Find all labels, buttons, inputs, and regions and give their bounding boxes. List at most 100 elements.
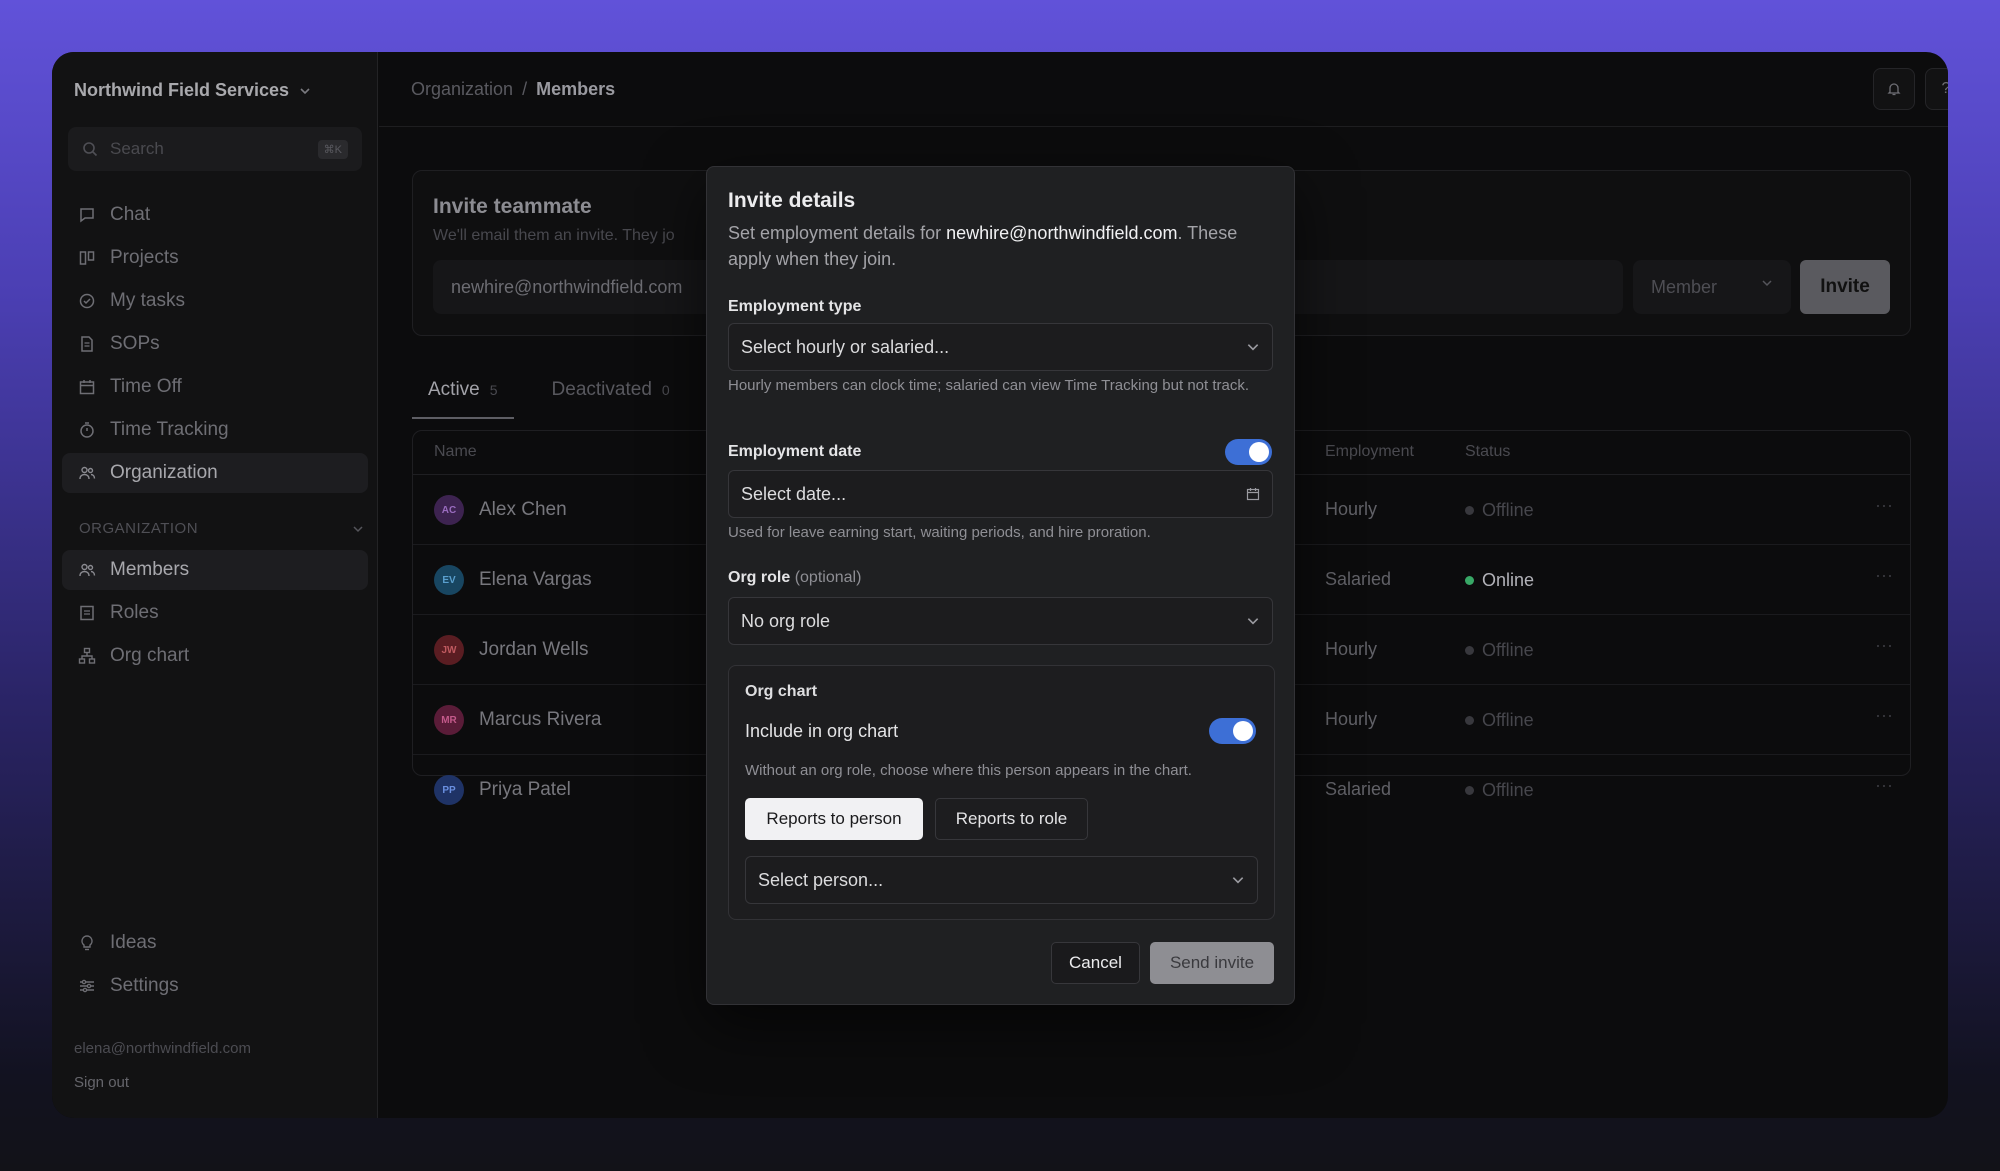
nav-item-sops[interactable]: SOPs xyxy=(62,324,368,364)
more-icon[interactable]: ··· xyxy=(1875,495,1893,516)
nav-item-members[interactable]: Members xyxy=(62,550,368,590)
invite-button[interactable]: Invite xyxy=(1800,260,1890,314)
reports-to-person-option[interactable]: Reports to person xyxy=(745,798,923,840)
search-input[interactable]: Search ⌘K xyxy=(68,127,362,171)
search-icon xyxy=(83,142,98,157)
employment-type-label: Employment type xyxy=(728,298,862,315)
employment-date-help: Used for leave earning start, waiting pe… xyxy=(728,524,1151,541)
status-text: Offline xyxy=(1482,780,1534,800)
org-chart-help: Without an org role, choose where this p… xyxy=(745,762,1192,779)
desc-email: newhire@northwindfield.com xyxy=(946,223,1178,243)
tab-active[interactable]: Active 5 xyxy=(412,379,514,419)
employment-date-label: Employment date xyxy=(728,443,862,460)
more-icon[interactable]: ··· xyxy=(1875,705,1893,726)
sidebar: Northwind Field Services Search ⌘K Chat … xyxy=(52,52,378,1118)
nav-label: Time Off xyxy=(110,376,182,397)
list-icon xyxy=(80,605,94,621)
more-icon[interactable]: ··· xyxy=(1875,775,1893,796)
breadcrumb-separator: / xyxy=(522,79,528,99)
lightbulb-icon xyxy=(81,935,93,951)
tab-count: 5 xyxy=(489,382,498,398)
notifications-button[interactable] xyxy=(1873,68,1915,110)
org-role-optional: (optional) xyxy=(794,569,862,586)
include-in-org-chart-toggle[interactable] xyxy=(1209,718,1256,744)
employment-date-placeholder: Select date... xyxy=(741,483,847,504)
employment-type-select[interactable]: Select hourly or salaried... xyxy=(728,323,1273,371)
employment-type-placeholder: Select hourly or salaried... xyxy=(741,336,950,357)
cancel-button[interactable]: Cancel xyxy=(1051,942,1140,984)
calendar-icon xyxy=(79,380,95,395)
more-icon[interactable]: ··· xyxy=(1875,635,1893,656)
member-employment: Salaried xyxy=(1325,569,1392,589)
column-header-status[interactable]: Status xyxy=(1465,443,1510,461)
invite-subtitle: We'll email them an invite. They jo xyxy=(433,227,675,244)
status-dot xyxy=(1465,716,1474,725)
top-bar: Organization / Members ? xyxy=(379,52,1948,127)
breadcrumb-parent[interactable]: Organization xyxy=(411,79,513,100)
nav-item-time-off[interactable]: Time Off xyxy=(62,367,368,407)
more-icon[interactable]: ··· xyxy=(1875,565,1893,586)
status-badge: Offline xyxy=(1465,500,1534,521)
chevron-down-icon xyxy=(1247,344,1259,351)
member-employment: Hourly xyxy=(1325,499,1378,519)
chevron-down-icon xyxy=(300,87,310,94)
member-employment: Hourly xyxy=(1325,639,1378,659)
chevron-down-icon xyxy=(1232,877,1244,884)
document-icon xyxy=(81,336,93,352)
invite-role-select[interactable]: Member xyxy=(1633,260,1791,314)
nav-item-chat[interactable]: Chat xyxy=(62,195,368,235)
nav-label: Ideas xyxy=(110,932,157,953)
nav-item-projects[interactable]: Projects xyxy=(62,238,368,278)
projects-icon xyxy=(79,251,95,265)
org-switcher[interactable]: Northwind Field Services xyxy=(74,80,311,101)
avatar: AC xyxy=(434,495,464,525)
help-button[interactable]: ? xyxy=(1925,68,1948,110)
main-nav: Chat Projects My tasks SOPs Time Off Tim… xyxy=(62,195,368,496)
select-person-dropdown[interactable]: Select person... xyxy=(745,856,1258,904)
tab-deactivated[interactable]: Deactivated 0 xyxy=(536,379,686,419)
employment-date-toggle[interactable] xyxy=(1225,439,1272,465)
member-name: Jordan Wells xyxy=(479,639,589,660)
people-icon xyxy=(79,466,96,480)
status-badge: Offline xyxy=(1465,640,1534,661)
include-in-org-chart-label: Include in org chart xyxy=(745,721,899,741)
status-dot xyxy=(1465,786,1474,795)
nav-label: Roles xyxy=(110,602,159,623)
hierarchy-icon xyxy=(78,647,96,664)
send-invite-button[interactable]: Send invite xyxy=(1150,942,1274,984)
search-shortcut: ⌘K xyxy=(317,139,348,159)
avatar: EV xyxy=(434,565,464,595)
column-header-name[interactable]: Name xyxy=(434,443,477,461)
role-select-value: Member xyxy=(1651,277,1718,297)
employment-date-picker[interactable]: Select date... xyxy=(728,470,1273,518)
nav-item-my-tasks[interactable]: My tasks xyxy=(62,281,368,321)
status-text: Online xyxy=(1482,570,1535,590)
nav-item-settings[interactable]: Settings xyxy=(62,966,368,1006)
org-role-label: Org role (optional) xyxy=(728,569,861,587)
column-header-employment[interactable]: Employment xyxy=(1325,443,1414,461)
nav-item-time-tracking[interactable]: Time Tracking xyxy=(62,410,368,450)
sign-out-link[interactable]: Sign out xyxy=(74,1074,129,1091)
nav-item-org-chart[interactable]: Org chart xyxy=(62,636,368,676)
member-name: Priya Patel xyxy=(479,779,571,800)
tab-count: 0 xyxy=(661,382,670,398)
help-icon: ? xyxy=(1942,80,1948,98)
dialog-title: Invite details xyxy=(728,189,856,212)
dialog-description: Set employment details for newhire@north… xyxy=(728,220,1278,272)
nav-item-organization[interactable]: Organization xyxy=(62,453,368,493)
reports-to-role-option[interactable]: Reports to role xyxy=(935,798,1088,840)
desc-prefix: Set employment details for xyxy=(728,223,947,243)
nav-label: Settings xyxy=(110,975,179,996)
avatar: PP xyxy=(434,775,464,805)
chevron-down-icon xyxy=(1247,618,1259,625)
org-nav: Members Roles Org chart xyxy=(62,550,368,679)
nav-item-ideas[interactable]: Ideas xyxy=(62,923,368,963)
avatar: JW xyxy=(434,635,464,665)
section-organization[interactable]: ORGANIZATION xyxy=(79,520,364,537)
nav-item-roles[interactable]: Roles xyxy=(62,593,368,633)
org-role-select[interactable]: No org role xyxy=(728,597,1273,645)
invite-title: Invite teammate xyxy=(433,195,592,218)
employment-type-help: Hourly members can clock time; salaried … xyxy=(728,377,1250,394)
calendar-icon xyxy=(1246,488,1260,501)
status-badge: Online xyxy=(1465,570,1534,591)
